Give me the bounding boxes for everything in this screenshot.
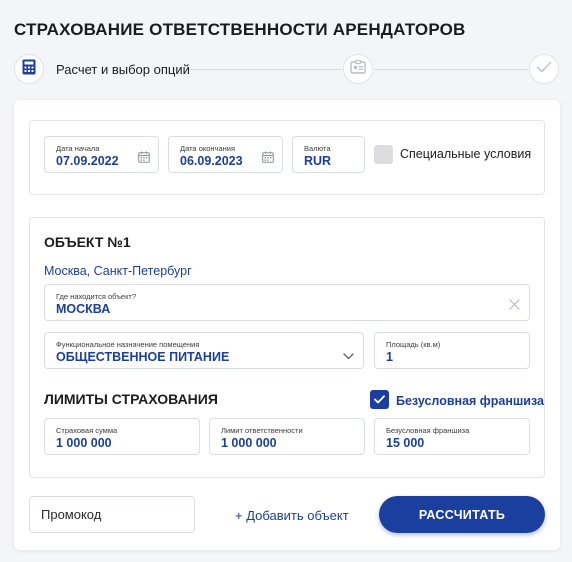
step-connector — [188, 69, 342, 70]
step-connector — [374, 69, 528, 70]
liability-limit-label: Лимит ответственности — [221, 426, 303, 435]
liability-limit-field[interactable]: Лимит ответственности 1 000 000 — [209, 418, 365, 455]
limits-title: ЛИМИТЫ СТРАХОВАНИЯ — [44, 391, 218, 407]
step-1-label: Расчет и выбор опций — [56, 62, 190, 77]
page-title: СТРАХОВАНИЕ ОТВЕТСТВЕННОСТИ АРЕНДАТОРОВ — [14, 20, 466, 39]
stepper: Расчет и выбор опций — [0, 50, 572, 90]
liability-limit-value: 1 000 000 — [221, 436, 277, 450]
period-panel: Дата начала 07.09.2022 Дата окончания 06 — [29, 120, 545, 195]
object-panel: ОБЪЕКТ №1 Москва, Санкт-Петербург Где на… — [29, 217, 545, 478]
promo-code-input[interactable]: Промокод — [29, 496, 195, 533]
calculate-button[interactable]: РАССЧИТАТЬ — [379, 496, 545, 533]
location-field[interactable]: Где находится объект? МОСКВА — [44, 284, 530, 321]
step-2[interactable] — [343, 54, 373, 84]
purpose-label: Функциональное назначение помещения — [56, 340, 200, 349]
start-date-value: 07.09.2022 — [56, 154, 119, 168]
franchise-checkbox[interactable] — [370, 390, 389, 409]
start-date-label: Дата начала — [56, 144, 100, 153]
calendar-icon[interactable] — [262, 150, 274, 168]
purpose-value: ОБЩЕСТВЕННОЕ ПИТАНИЕ — [56, 350, 230, 364]
end-date-value: 06.09.2023 — [180, 154, 243, 168]
calculator-card: Дата начала 07.09.2022 Дата окончания 06 — [14, 100, 560, 550]
special-conditions-label[interactable]: Специальные условия — [400, 147, 531, 161]
sum-insured-value: 1 000 000 — [56, 436, 112, 450]
end-date-field[interactable]: Дата окончания 06.09.2023 — [168, 136, 283, 173]
franchise-label: Безусловная франшиза — [386, 426, 470, 435]
currency-label: Валюта — [304, 144, 331, 153]
step-3[interactable] — [529, 54, 559, 84]
add-object-link[interactable]: + Добавить объект — [235, 508, 349, 523]
object-title: ОБЪЕКТ №1 — [44, 234, 131, 250]
area-label: Площадь (кв.м) — [386, 340, 441, 349]
currency-value: RUR — [304, 154, 332, 168]
area-field[interactable]: Площадь (кв.м) 1 — [374, 332, 530, 369]
sum-insured-field[interactable]: Страховая сумма 1 000 000 — [44, 418, 200, 455]
end-date-label: Дата окончания — [180, 144, 236, 153]
area-value: 1 — [386, 350, 393, 364]
id-card-icon — [350, 59, 366, 79]
check-icon — [374, 391, 385, 409]
calendar-icon[interactable] — [138, 150, 150, 168]
franchise-field[interactable]: Безусловная франшиза 15 000 — [374, 418, 530, 455]
currency-select[interactable]: Валюта RUR — [292, 136, 365, 173]
city-link[interactable]: Москва, Санкт-Петербург — [44, 264, 192, 278]
special-conditions-checkbox[interactable] — [374, 145, 393, 164]
chevron-down-icon[interactable] — [343, 347, 354, 365]
franchise-value: 15 000 — [386, 436, 425, 450]
sum-insured-label: Страховая сумма — [56, 426, 118, 435]
location-value: МОСКВА — [56, 302, 111, 316]
clear-icon[interactable] — [509, 297, 520, 315]
step-1[interactable] — [14, 54, 44, 84]
start-date-field[interactable]: Дата начала 07.09.2022 — [44, 136, 159, 173]
location-label: Где находится объект? — [56, 292, 137, 301]
check-icon — [536, 60, 552, 78]
calculator-icon — [22, 59, 36, 80]
franchise-checkbox-label[interactable]: Безусловная франшиза — [396, 394, 544, 408]
purpose-select[interactable]: Функциональное назначение помещения ОБЩЕ… — [44, 332, 364, 369]
